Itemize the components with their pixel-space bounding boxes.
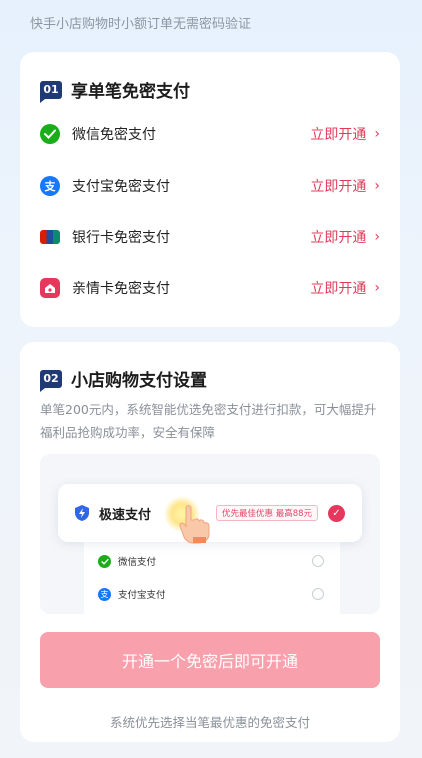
open-link-text: 立即开通	[310, 281, 367, 297]
chevron-right-icon: ›	[374, 126, 380, 142]
chevron-right-icon: ›	[374, 280, 380, 296]
wechat-pay-label: 微信免密支付	[72, 127, 156, 143]
open-link-text: 立即开通	[310, 230, 367, 246]
bank-card-label: 银行卡免密支付	[72, 230, 170, 246]
quick-pay-card: 01 享单笔免密支付 微信免密支付 立即开通 › 支 支付宝免密支付 立即开通 › …	[20, 52, 400, 327]
check-icon: ✓	[328, 505, 345, 522]
radio-icon	[312, 588, 324, 600]
wechat-pay-row[interactable]: 微信免密支付 立即开通 ›	[40, 120, 380, 148]
family-card-open-link[interactable]: 立即开通 ›	[310, 278, 380, 298]
illus-option-label: 支付宝支付	[118, 590, 166, 601]
section-title-1: 01 享单笔免密支付	[40, 77, 190, 103]
radio-icon	[312, 555, 324, 567]
illus-alipay-option: 支 支付宝支付	[98, 585, 324, 603]
illus-option-label: 微信支付	[118, 557, 157, 568]
wechat-pay-icon	[98, 554, 111, 568]
bank-card-open-link[interactable]: 立即开通 ›	[310, 227, 380, 247]
footer-note: 系统优先选择当笔最优惠的免密支付	[109, 715, 310, 730]
family-card-icon	[40, 278, 60, 298]
illus-wechat-option: 微信支付	[98, 552, 324, 570]
wechat-open-link[interactable]: 立即开通 ›	[310, 124, 380, 144]
wechat-pay-icon	[40, 124, 60, 144]
promo-badge: 优先最佳优惠 最高88元	[216, 505, 319, 521]
section-number-badge: 02	[40, 369, 62, 392]
shop-payment-settings-card: 02 小店购物支付设置 单笔200元内，系统智能优选免密支付进行扣款，可大幅提升…	[20, 342, 400, 742]
alipay-row[interactable]: 支 支付宝免密支付 立即开通 ›	[40, 172, 380, 200]
chevron-right-icon: ›	[374, 229, 380, 245]
chevron-right-icon: ›	[374, 178, 380, 194]
section-title-2: 02 小店购物支付设置	[40, 366, 207, 392]
settings-description: 单笔200元内，系统智能优选免密支付进行扣款，可大幅提升福利品抢购成功率，安全有…	[40, 402, 377, 440]
open-link-text: 立即开通	[310, 179, 367, 195]
shield-bolt-icon	[74, 504, 90, 526]
alipay-icon: 支	[98, 587, 111, 601]
pointing-hand-icon	[178, 504, 212, 548]
open-link-text: 立即开通	[310, 127, 367, 143]
family-card-label: 亲情卡免密支付	[72, 281, 170, 297]
alipay-label: 支付宝免密支付	[72, 179, 170, 195]
enable-button[interactable]: 开通一个免密后即可开通	[40, 632, 380, 688]
bank-card-row[interactable]: 银行卡免密支付 立即开通 ›	[40, 223, 380, 251]
unionpay-card-icon	[40, 230, 60, 244]
alipay-icon: 支	[40, 176, 60, 196]
section-title-text: 小店购物支付设置	[71, 371, 207, 391]
fast-pay-label: 极速支付	[99, 508, 152, 523]
fast-pay-illustration: 极速支付 优先最佳优惠 最高88元 ✓ 微信支付 支 支付宝支付	[40, 454, 380, 614]
family-card-row[interactable]: 亲情卡免密支付 立即开通 ›	[40, 274, 380, 302]
top-note: 快手小店购物时小额订单无需密码验证	[30, 17, 252, 32]
section-title-text: 享单笔免密支付	[71, 82, 190, 102]
alipay-open-link[interactable]: 立即开通 ›	[310, 176, 380, 196]
section-number-badge: 01	[40, 80, 62, 103]
